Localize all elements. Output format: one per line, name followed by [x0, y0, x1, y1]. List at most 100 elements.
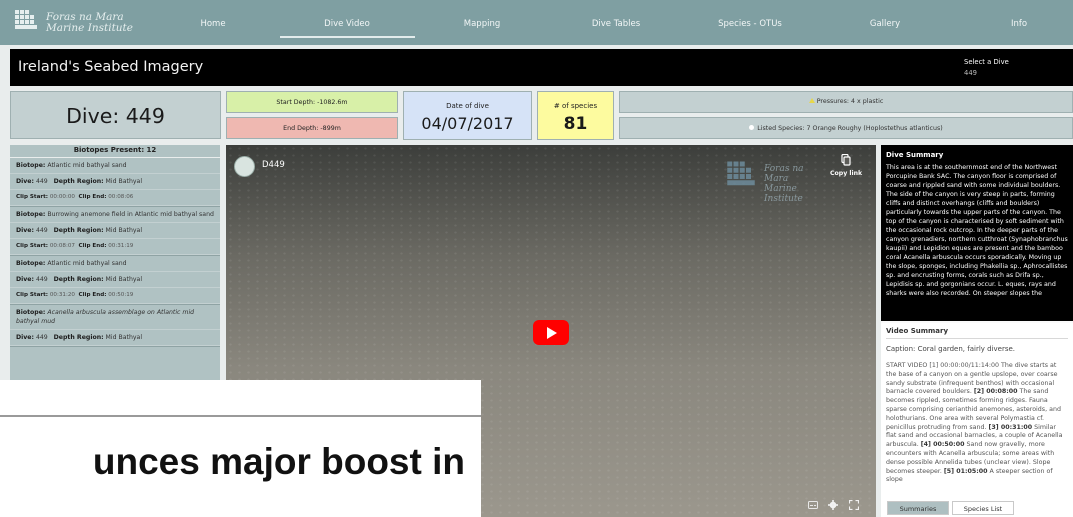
copy-link-label[interactable]: Copy link	[830, 170, 862, 177]
clip-end-value: 00:50:19	[108, 292, 134, 298]
clip-end-value: 00:31:19	[108, 243, 134, 249]
biotopes-header: Biotopes Present: 12	[10, 145, 220, 157]
dive-summary[interactable]: Dive Summary This area is at the souther…	[881, 145, 1073, 321]
dive-value: 449	[35, 227, 48, 234]
title-bar: Ireland's Seabed Imagery Select a Dive 4…	[10, 49, 1073, 86]
overlay-divider	[0, 415, 481, 417]
page-title: Ireland's Seabed Imagery	[18, 59, 204, 75]
select-dive-value[interactable]: 449	[964, 68, 1009, 79]
date-label: Date of dive	[446, 102, 489, 110]
tab-summaries[interactable]: Summaries	[887, 501, 949, 515]
dive-number-box: Dive: 449	[10, 91, 221, 139]
dive-number: Dive: 449	[66, 104, 165, 128]
copy-link-icon[interactable]	[841, 154, 851, 166]
nav-gallery[interactable]: Gallery	[870, 19, 900, 29]
nav-species-otus[interactable]: Species - OTUs	[718, 19, 782, 29]
listed-species-text: Listed Species: 7 Orange Roughy (Hoplost…	[757, 125, 943, 132]
watermark-line2: Marine Institute	[764, 184, 803, 204]
pressures-text: Pressures: 4 x plastic	[816, 98, 884, 105]
select-dive-label: Select a Dive	[964, 58, 1009, 66]
listed-species-dot-icon	[749, 125, 755, 130]
clip-row: Clip Start: 00:08:07 Clip End: 00:31:19	[10, 239, 220, 255]
depth-region-label: Depth Region:	[53, 178, 104, 185]
video-summary-body: START VIDEO [1] 00:00:00/11:14:00 The di…	[886, 362, 1068, 485]
summary-tabs: Summaries Species List	[881, 498, 1073, 517]
dive-label: Dive:	[16, 227, 34, 234]
article-headline[interactable]: unces major boost in	[93, 441, 465, 483]
biotopes-list[interactable]: Biotope: Atlantic mid bathyal sand Dive:…	[10, 158, 220, 388]
logo-line2: Marine Institute	[46, 22, 133, 34]
segment-5-label: [5] 01:05:00	[943, 467, 988, 475]
watermark-line1: Foras na Mara	[764, 164, 804, 184]
biotope-item[interactable]: Biotope: Burrowing anemone field in Atla…	[10, 207, 220, 256]
video-controls	[804, 500, 874, 512]
nav-dive-tables[interactable]: Dive Tables	[592, 19, 640, 29]
segment-2-label: [2] 00:08:00	[973, 388, 1018, 396]
clip-start-value: 00:00:00	[49, 194, 75, 200]
active-nav-underline	[280, 36, 415, 38]
segment-1-label: START VIDEO [1] 00:00:00/11:14:00	[886, 362, 999, 369]
clip-start-label: Clip Start:	[16, 194, 49, 200]
warning-triangle-icon	[808, 98, 815, 103]
marine-institute-logo[interactable]	[14, 9, 38, 31]
clip-start-value: 00:08:07	[49, 243, 75, 249]
nav-info[interactable]: Info	[1011, 19, 1027, 29]
fullscreen-icon[interactable]	[849, 500, 859, 510]
dive-label: Dive:	[16, 276, 34, 283]
dive-label: Dive:	[16, 178, 34, 185]
settings-gear-icon[interactable]	[828, 500, 838, 510]
depth-region-value: Mid Bathyal	[105, 227, 143, 234]
depth-region-value: Mid Bathyal	[105, 178, 143, 185]
end-depth: End Depth: -899m	[283, 125, 341, 132]
video-watermark: Foras na Mara Marine Institute	[726, 159, 826, 204]
clip-end-label: Clip End:	[78, 243, 107, 249]
nav-home[interactable]: Home	[200, 19, 225, 29]
biotope-row: Biotope: Atlantic mid bathyal sand	[10, 256, 220, 272]
video-title[interactable]: D449	[262, 160, 285, 170]
pressures-box: Pressures: 4 x plastic	[619, 91, 1073, 113]
watermark-text: Foras na Mara Marine Institute	[764, 164, 826, 204]
biotope-row: Biotope: Burrowing anemone field in Atla…	[10, 207, 220, 223]
start-depth-box: Start Depth: -1082.6m	[226, 91, 398, 113]
depth-region-value: Mid Bathyal	[105, 276, 143, 283]
end-depth-box: End Depth: -899m	[226, 117, 398, 139]
watermark-logo-icon	[727, 161, 755, 186]
depth-region-label: Depth Region:	[53, 334, 104, 341]
depth-region-label: Depth Region:	[53, 276, 104, 283]
clip-end-value: 00:08:06	[108, 194, 134, 200]
dive-summary-header: Dive Summary	[886, 151, 944, 159]
biotope-label: Biotope:	[16, 309, 46, 316]
video-summary[interactable]: Video Summary Caption: Coral garden, fai…	[881, 323, 1073, 498]
biotope-item[interactable]: Biotope: Atlantic mid bathyal sand Dive:…	[10, 256, 220, 305]
dive-value: 449	[35, 334, 48, 341]
summary-panel: Dive Summary This area is at the souther…	[881, 145, 1073, 517]
select-dive-control[interactable]: Select a Dive 449	[964, 57, 1009, 79]
species-count-box: # of species 81	[537, 91, 614, 140]
biotope-item[interactable]: Biotope: Acanella arbuscula assemblage o…	[10, 305, 220, 347]
biotope-name: Atlantic mid bathyal sand	[47, 260, 127, 267]
dive-region-row: Dive: 449 Depth Region: Mid Bathyal	[10, 223, 220, 239]
listed-species-box: Listed Species: 7 Orange Roughy (Hoplost…	[619, 117, 1073, 139]
clip-start-label: Clip Start:	[16, 292, 49, 298]
segment-3-label: [3] 00:31:00	[988, 423, 1033, 431]
clip-start-value: 00:31:20	[49, 292, 75, 298]
dive-region-row: Dive: 449 Depth Region: Mid Bathyal	[10, 330, 220, 346]
nav-dive-video[interactable]: Dive Video	[324, 19, 370, 29]
logo-text: Foras na Mara Marine Institute	[46, 12, 133, 34]
biotope-row: Biotope: Acanella arbuscula assemblage o…	[10, 305, 220, 330]
tab-species-list[interactable]: Species List	[952, 501, 1014, 515]
biotope-item[interactable]: Biotope: Atlantic mid bathyal sand Dive:…	[10, 158, 220, 207]
channel-avatar[interactable]	[234, 156, 255, 177]
dive-region-row: Dive: 449 Depth Region: Mid Bathyal	[10, 272, 220, 288]
nav-mapping[interactable]: Mapping	[464, 19, 500, 29]
play-button[interactable]	[533, 320, 569, 345]
biotope-name: Atlantic mid bathyal sand	[47, 162, 127, 169]
clip-row: Clip Start: 00:00:00 Clip End: 00:08:06	[10, 190, 220, 206]
clip-end-label: Clip End:	[78, 292, 107, 298]
clip-end-label: Clip End:	[78, 194, 107, 200]
biotope-name: Burrowing anemone field in Atlantic mid …	[47, 211, 214, 218]
clip-start-label: Clip Start:	[16, 243, 49, 249]
date-value: 04/07/2017	[421, 114, 514, 133]
subtitles-icon[interactable]	[808, 500, 818, 510]
dive-value: 449	[35, 276, 48, 283]
